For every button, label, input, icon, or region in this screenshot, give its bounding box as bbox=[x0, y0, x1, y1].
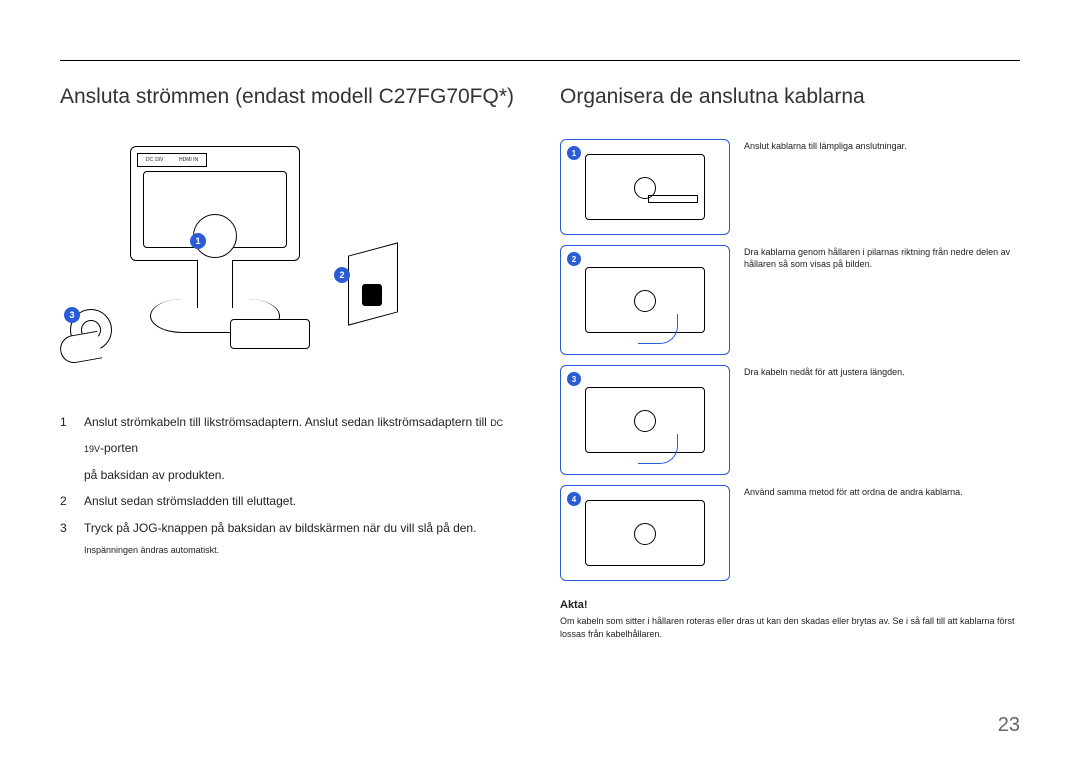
callout-3: 3 bbox=[64, 307, 80, 323]
caution-title: Akta! bbox=[560, 599, 1020, 611]
monitor-rear-outline: DC 19V HDMI IN bbox=[130, 146, 300, 261]
top-rule bbox=[60, 60, 1020, 61]
power-plug-icon bbox=[362, 284, 382, 306]
step-3-text: Tryck på JOG-knappen på baksidan av bild… bbox=[84, 515, 520, 541]
thumb-3-badge: 3 bbox=[567, 372, 581, 386]
step-1-number: 1 bbox=[60, 409, 74, 488]
port-hdmi-label: HDMI IN bbox=[179, 157, 198, 163]
thumb-row-2: 2 Dra kablarna genom hållaren i pilarnas… bbox=[560, 245, 1020, 355]
thumb-3: 3 bbox=[560, 365, 730, 475]
step-1-text: Anslut strömkabeln till likströmsadapter… bbox=[84, 409, 520, 488]
thumb-row-1: 1 Anslut kablarna till lämpliga anslutni… bbox=[560, 139, 1020, 235]
left-heading: Ansluta strömmen (endast modell C27FG70F… bbox=[60, 85, 520, 109]
step-1-suffix: -porten bbox=[100, 441, 138, 455]
thumb-4-monitor bbox=[585, 500, 705, 566]
caution-note: Akta! Om kabeln som sitter i hållaren ro… bbox=[560, 599, 1020, 640]
two-column-layout: Ansluta strömmen (endast modell C27FG70F… bbox=[60, 85, 1020, 640]
steps-list: 1 Anslut strömkabeln till likströmsadapt… bbox=[60, 409, 520, 541]
step-3: 3 Tryck på JOG-knappen på baksidan av bi… bbox=[60, 515, 520, 541]
thumb-row-4: 4 Använd samma metod för att ordna de an… bbox=[560, 485, 1020, 581]
dc-adapter-brick bbox=[230, 319, 310, 349]
thumb-row-3: 3 Dra kabeln nedåt för att justera längd… bbox=[560, 365, 1020, 475]
thumb-4-badge: 4 bbox=[567, 492, 581, 506]
caution-body: Om kabeln som sitter i hållaren roteras … bbox=[560, 615, 1020, 640]
thumb-3-mount bbox=[634, 410, 656, 432]
power-connection-illustration: DC 19V HDMI IN 1 2 3 bbox=[70, 139, 410, 389]
port-label-box: DC 19V HDMI IN bbox=[137, 153, 207, 167]
thumb-2-mount bbox=[634, 290, 656, 312]
thumb-4: 4 bbox=[560, 485, 730, 581]
cable-org-thumbnails: 1 Anslut kablarna till lämpliga anslutni… bbox=[560, 139, 1020, 581]
step-2-number: 2 bbox=[60, 488, 74, 514]
step-1-line1: Anslut strömkabeln till likströmsadapter… bbox=[84, 415, 487, 429]
thumb-4-mount bbox=[634, 523, 656, 545]
right-column: Organisera de anslutna kablarna 1 Anslut… bbox=[560, 85, 1020, 640]
step-2: 2 Anslut sedan strömsladden till eluttag… bbox=[60, 488, 520, 514]
callout-2: 2 bbox=[334, 267, 350, 283]
thumb-2-monitor bbox=[585, 267, 705, 333]
thumb-2-badge: 2 bbox=[567, 252, 581, 266]
thumb-1-monitor bbox=[585, 154, 705, 220]
thumb-3-cable bbox=[638, 434, 678, 464]
manual-page: Ansluta strömmen (endast modell C27FG70F… bbox=[0, 0, 1080, 763]
thumb-2-caption: Dra kablarna genom hållaren i pilarnas r… bbox=[744, 245, 1020, 270]
thumb-4-caption: Använd samma metod för att ordna de andr… bbox=[744, 485, 963, 499]
thumb-1-caption: Anslut kablarna till lämpliga anslutning… bbox=[744, 139, 907, 153]
step-1: 1 Anslut strömkabeln till likströmsadapt… bbox=[60, 409, 520, 488]
thumb-1-ports bbox=[648, 195, 698, 203]
left-column: Ansluta strömmen (endast modell C27FG70F… bbox=[60, 85, 520, 640]
step-3-number: 3 bbox=[60, 515, 74, 541]
thumb-3-caption: Dra kabeln nedåt för att justera längden… bbox=[744, 365, 905, 379]
hand-press-icon bbox=[58, 331, 102, 366]
thumb-3-monitor bbox=[585, 387, 705, 453]
right-heading: Organisera de anslutna kablarna bbox=[560, 85, 1020, 109]
thumb-1: 1 bbox=[560, 139, 730, 235]
step-2-text: Anslut sedan strömsladden till eluttaget… bbox=[84, 488, 520, 514]
step-1-line2: på baksidan av produkten. bbox=[84, 468, 225, 482]
thumb-2-cable bbox=[638, 314, 678, 344]
port-dc-label: DC 19V bbox=[146, 157, 164, 163]
thumb-2: 2 bbox=[560, 245, 730, 355]
thumb-1-badge: 1 bbox=[567, 146, 581, 160]
page-number: 23 bbox=[998, 714, 1020, 737]
callout-1: 1 bbox=[190, 233, 206, 249]
voltage-footnote: Inspänningen ändras automatiskt. bbox=[84, 545, 520, 555]
